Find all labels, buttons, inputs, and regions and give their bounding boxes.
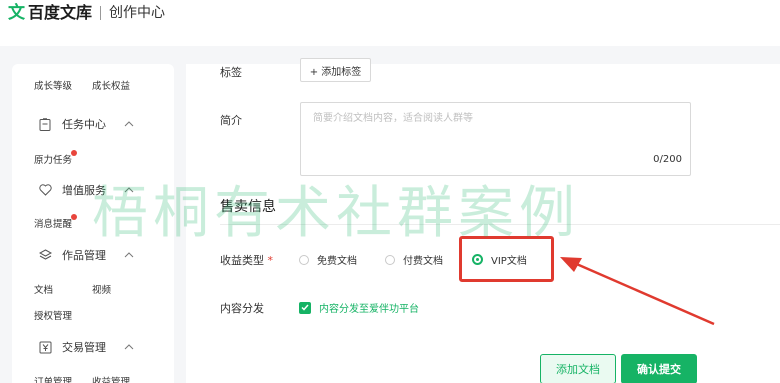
required-mark: *	[267, 254, 274, 267]
top-bar: 文 百度文库 创作中心	[0, 0, 780, 46]
sidebar-item-authorization[interactable]: 授权管理	[34, 308, 72, 322]
chevron-up-icon[interactable]	[124, 251, 134, 259]
notification-dot	[71, 150, 77, 156]
sidebar-group-task-center[interactable]: 任务中心	[38, 116, 134, 132]
chevron-up-icon[interactable]	[124, 120, 134, 128]
logo-divider	[100, 6, 102, 20]
sidebar-item-docs[interactable]: 文档	[34, 282, 53, 296]
sidebar-group-label: 交易管理	[62, 341, 106, 354]
radio-paid-doc[interactable]: 付费文档	[385, 252, 443, 267]
logo[interactable]: 文 百度文库 创作中心	[8, 3, 166, 23]
sidebar-item-orders[interactable]: 订单管理	[34, 374, 72, 383]
radio-circle	[385, 254, 395, 265]
watermark: 梧桐有术社群案例	[92, 181, 580, 246]
sidebar-item-growth-rights[interactable]: 成长权益	[92, 78, 130, 92]
notification-dot	[71, 214, 77, 220]
add-doc-button[interactable]: 添加文档	[540, 354, 616, 383]
sidebar-item-label: 文档	[34, 285, 54, 296]
intro-label: 简介	[220, 114, 242, 127]
distribution-checkbox[interactable]: 内容分发至爱伴功平台	[299, 300, 419, 315]
sidebar-item-label: 消息提醒	[34, 219, 73, 230]
intro-textarea[interactable]: 简要介绍文档内容，适合阅读人群等 0/200	[300, 102, 691, 176]
sidebar-item-force-tasks[interactable]: 原力任务	[34, 152, 72, 166]
check-icon	[299, 301, 311, 314]
intro-placeholder: 简要介绍文档内容，适合阅读人群等	[313, 113, 473, 124]
checkbox-label: 内容分发至爱伴功平台	[319, 304, 419, 315]
sidebar-item-label: 订单管理	[34, 377, 73, 383]
sidebar-item-label: 收益管理	[92, 377, 131, 383]
sidebar-item-label: 授权管理	[34, 311, 73, 322]
radio-circle	[299, 254, 309, 265]
chevron-up-icon[interactable]	[124, 343, 134, 351]
clipboard-icon	[38, 117, 52, 131]
yuan-box-icon	[38, 340, 52, 354]
radio-label: 付费文档	[403, 256, 443, 267]
heart-icon	[38, 183, 52, 197]
radio-free-doc[interactable]: 免费文档	[299, 252, 357, 267]
distribution-label: 内容分发	[220, 302, 264, 315]
radio-label: 免费文档	[317, 256, 357, 267]
brand-name: 百度文库	[28, 3, 93, 22]
section-name: 创作中心	[109, 5, 166, 21]
sidebar-item-income[interactable]: 收益管理	[92, 374, 130, 383]
sidebar-item-label: 视频	[92, 285, 112, 296]
tags-label: 标签	[220, 66, 242, 79]
sidebar-item-growth-level[interactable]: 成长等级	[34, 78, 72, 92]
sidebar-group-trade-mgmt[interactable]: 交易管理	[38, 339, 134, 355]
sidebar-item-reminders[interactable]: 消息提醒	[34, 216, 72, 230]
income-type-text: 收益类型	[220, 254, 264, 267]
add-tag-button[interactable]: + 添加标签	[300, 58, 371, 82]
sidebar-item-label: 成长等级	[34, 81, 73, 92]
sidebar-group-label: 作品管理	[62, 249, 106, 262]
sidebar-item-videos[interactable]: 视频	[92, 282, 111, 296]
layers-icon	[38, 248, 52, 262]
sidebar-item-label: 原力任务	[34, 155, 73, 166]
char-counter: 0/200	[653, 154, 682, 165]
sidebar-group-works-mgmt[interactable]: 作品管理	[38, 247, 134, 263]
sidebar-item-label: 成长权益	[92, 81, 131, 92]
sidebar-group-label: 任务中心	[62, 118, 106, 131]
income-type-label: 收益类型 *	[220, 252, 273, 268]
logo-mark: 文	[8, 3, 25, 23]
confirm-submit-button[interactable]: 确认提交	[621, 354, 697, 383]
